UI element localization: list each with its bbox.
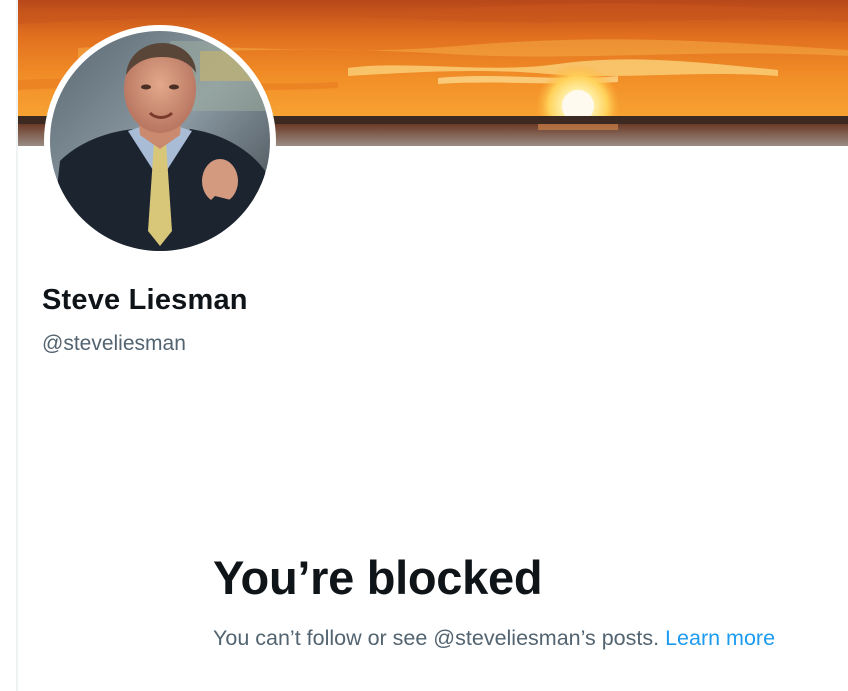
profile-photo [50,31,270,251]
profile-handle: @steveliesman [42,332,186,355]
blocked-title: You’re blocked [213,551,543,604]
profile-page: Steve Liesman @steveliesman You’re block… [0,0,848,691]
blocked-message: You can’t follow or see @steveliesman’s … [213,621,825,655]
profile-avatar[interactable] [44,25,276,257]
profile-display-name: Steve Liesman [42,284,248,316]
blocked-message-text: You can’t follow or see @steveliesman’s … [213,626,660,650]
learn-more-link[interactable]: Learn more [665,626,775,650]
